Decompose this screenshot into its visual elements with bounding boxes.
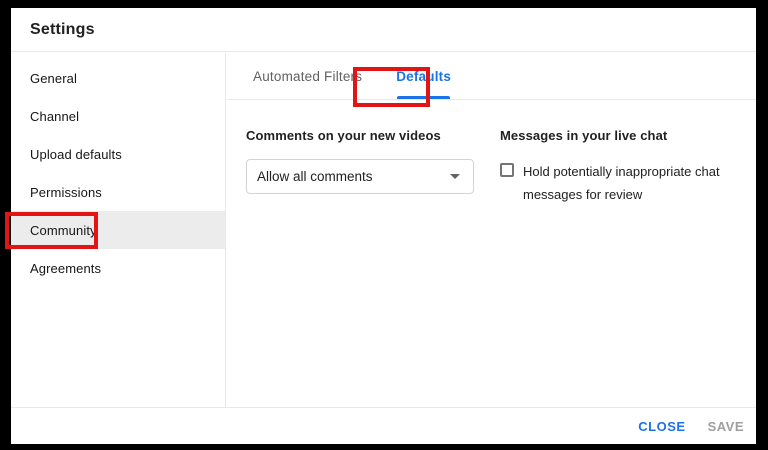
tab-bar: Automated Filters Defaults xyxy=(227,53,756,100)
live-chat-section: Messages in your live chat Hold potentia… xyxy=(500,128,756,206)
save-button[interactable]: SAVE xyxy=(708,419,744,434)
hold-chat-checkbox[interactable] xyxy=(500,163,514,177)
comments-section: Comments on your new videos Allow all co… xyxy=(246,128,500,206)
sidebar-item-general[interactable]: General xyxy=(11,59,225,97)
comments-dropdown-value: Allow all comments xyxy=(257,169,373,184)
sidebar-item-agreements[interactable]: Agreements xyxy=(11,249,225,287)
close-button[interactable]: CLOSE xyxy=(638,419,685,434)
settings-sidebar: General Channel Upload defaults Permissi… xyxy=(11,53,226,407)
sidebar-item-permissions[interactable]: Permissions xyxy=(11,173,225,211)
sidebar-item-channel[interactable]: Channel xyxy=(11,97,225,135)
sidebar-item-upload-defaults[interactable]: Upload defaults xyxy=(11,135,225,173)
settings-content: Automated Filters Defaults Comments on y… xyxy=(227,53,756,407)
live-chat-heading: Messages in your live chat xyxy=(500,128,756,143)
comments-dropdown[interactable]: Allow all comments xyxy=(246,159,474,194)
dialog-footer: CLOSE SAVE xyxy=(11,407,756,444)
defaults-panel: Comments on your new videos Allow all co… xyxy=(227,100,756,206)
tab-defaults[interactable]: Defaults xyxy=(396,53,451,99)
dropdown-caret-icon xyxy=(450,174,460,179)
settings-dialog: Settings General Channel Upload defaults… xyxy=(11,8,756,444)
comments-heading: Comments on your new videos xyxy=(246,128,500,143)
sidebar-item-community[interactable]: Community xyxy=(11,211,225,249)
dialog-header: Settings xyxy=(11,8,756,52)
hold-chat-row: Hold potentially inappropriate chat mess… xyxy=(500,160,756,206)
dialog-title: Settings xyxy=(30,21,95,39)
hold-chat-label: Hold potentially inappropriate chat mess… xyxy=(523,160,745,206)
tab-automated-filters[interactable]: Automated Filters xyxy=(253,53,362,99)
